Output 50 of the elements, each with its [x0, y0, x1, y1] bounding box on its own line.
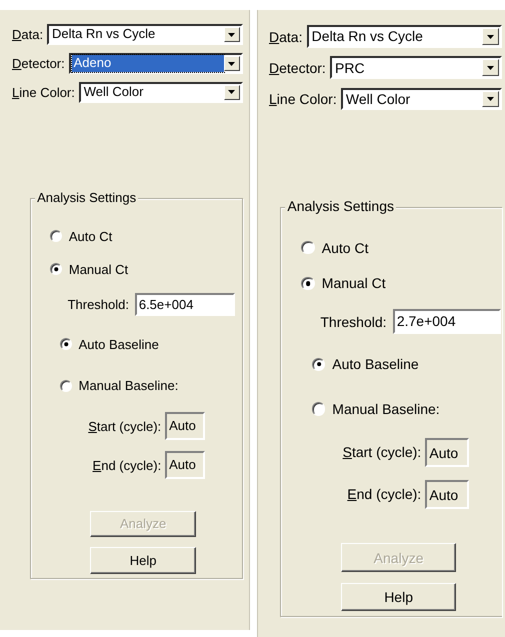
- radio-button[interactable]: [60, 380, 72, 392]
- radio-label: Manual Ct: [68, 262, 128, 277]
- radio-button[interactable]: [312, 402, 326, 416]
- cycle-field[interactable]: Auto: [165, 412, 206, 440]
- dropdown[interactable]: PRC: [330, 56, 502, 79]
- radio-button[interactable]: [301, 276, 315, 290]
- group-title: Analysis Settings: [285, 198, 396, 214]
- cycle-field[interactable]: Auto: [425, 480, 469, 510]
- threshold-field[interactable]: 6.5e+004: [134, 293, 235, 316]
- threshold-label: Threshold:: [68, 297, 129, 312]
- radio-button[interactable]: [60, 338, 72, 350]
- cycle-field[interactable]: Auto: [165, 451, 206, 479]
- dropdown[interactable]: Well Color: [340, 88, 502, 110]
- dropdown-value: Delta Rn vs Cycle: [310, 27, 424, 46]
- radio-button[interactable]: [301, 241, 315, 254]
- radio-label: Auto Baseline: [332, 356, 419, 372]
- cycle-field[interactable]: Auto: [425, 438, 469, 468]
- field-label: Line Color:: [269, 90, 337, 107]
- radio-label: Auto Ct: [322, 240, 368, 256]
- threshold-field[interactable]: 2.7e+004: [392, 309, 501, 334]
- radio-label: Auto Ct: [68, 228, 112, 244]
- dropdown[interactable]: Delta Rn vs Cycle: [46, 24, 243, 46]
- radio-label: Manual Ct: [322, 275, 386, 292]
- dropdown[interactable]: Delta Rn vs Cycle: [306, 25, 502, 48]
- radio-label: Manual Baseline:: [78, 378, 178, 394]
- dropdown-value: Well Color: [82, 84, 144, 101]
- radio-button[interactable]: [312, 358, 326, 371]
- push-button[interactable]: Help: [341, 582, 456, 612]
- radio-button[interactable]: [50, 230, 62, 242]
- dropdown-value: Adeno: [72, 55, 224, 72]
- field-label: Detector:: [12, 56, 65, 72]
- field-label: Data:: [12, 27, 44, 42]
- radio-button[interactable]: [50, 263, 62, 276]
- group-title: Analysis Settings: [35, 190, 138, 206]
- cycle-label: End (cycle):: [92, 458, 162, 473]
- radio-label: Auto Baseline: [78, 336, 159, 352]
- radio-label: Manual Baseline:: [332, 401, 440, 418]
- cycle-label: Start (cycle):: [342, 444, 422, 460]
- cycle-label: End (cycle):: [347, 486, 422, 502]
- dropdown[interactable]: Well Color: [78, 82, 243, 103]
- dropdown-value: PRC: [334, 58, 366, 77]
- cycle-label: Start (cycle):: [88, 418, 162, 434]
- field-label: Detector:: [269, 60, 326, 76]
- threshold-label: Threshold:: [320, 314, 387, 330]
- dropdown-value: Delta Rn vs Cycle: [50, 26, 156, 44]
- dropdown-value: Well Color: [344, 90, 412, 108]
- push-button[interactable]: Help: [90, 547, 196, 574]
- field-label: Line Color:: [12, 84, 75, 100]
- field-label: Data:: [269, 28, 302, 45]
- dropdown[interactable]: Adeno: [68, 53, 243, 74]
